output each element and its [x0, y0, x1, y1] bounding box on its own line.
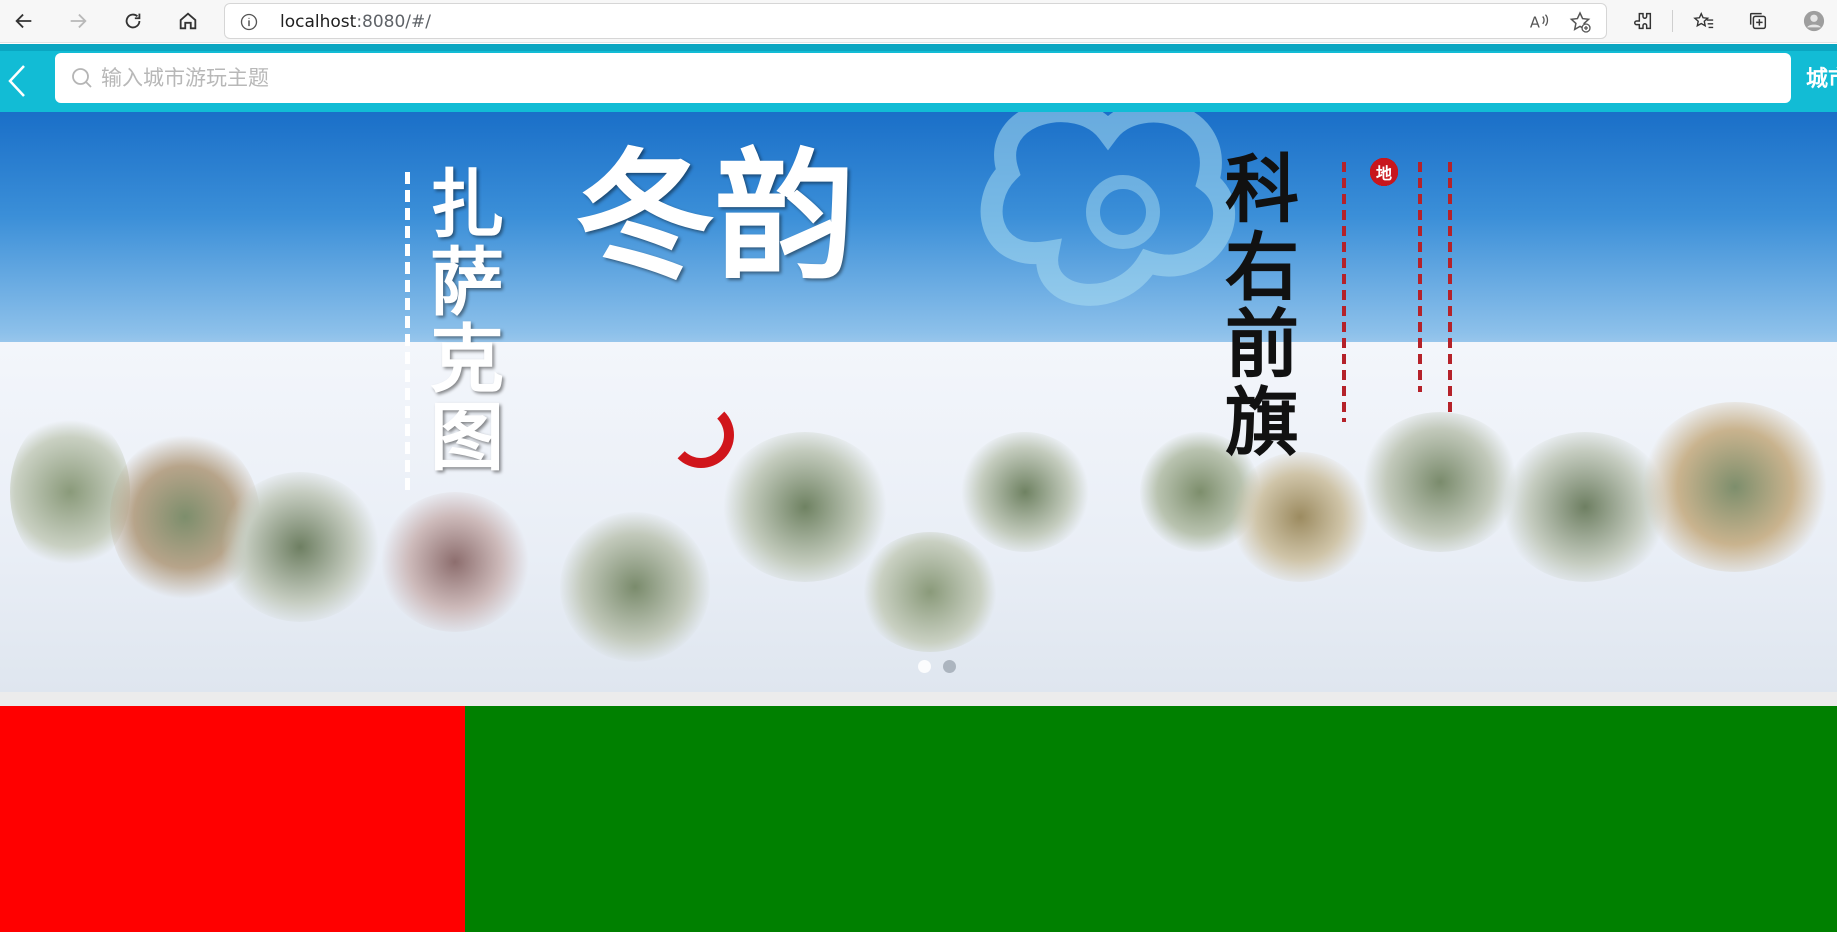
info-icon[interactable]: [239, 12, 259, 32]
reload-button[interactable]: [115, 4, 151, 38]
back-button[interactable]: [6, 4, 42, 38]
chevron-left-icon: [8, 65, 25, 97]
banner-subtitle-zasaketu: 扎萨克图: [430, 162, 504, 482]
favorites-icon: [1693, 11, 1714, 29]
profile-button[interactable]: [1796, 4, 1832, 38]
home-button[interactable]: [170, 4, 206, 38]
collections-icon: [1749, 12, 1767, 30]
forward-icon: [70, 13, 87, 29]
mongolian-script-line: [1342, 162, 1346, 422]
read-aloud-icon[interactable]: A: [1528, 11, 1550, 33]
search-box[interactable]: [55, 53, 1791, 103]
left-panel-block: [0, 706, 465, 932]
city-selector[interactable]: 城市: [1806, 61, 1837, 93]
carousel-indicators: [918, 660, 956, 673]
carousel-dot[interactable]: [943, 660, 956, 673]
banner-title-keyouqianqi: 科右前旗: [1225, 147, 1299, 467]
search-icon: [72, 68, 92, 88]
red-brush-circle: [668, 402, 734, 468]
seal-char: 地: [1370, 158, 1398, 186]
add-favorite-icon[interactable]: [1568, 10, 1592, 34]
banner-carousel[interactable]: 冬韵 扎萨克图 科右前旗 中 国 新 兴 草 原 旅 游 目 的 地: [0, 112, 1837, 692]
section-gap: [0, 692, 1837, 706]
carousel-dot[interactable]: [918, 660, 931, 673]
toolbar-divider: [1672, 10, 1673, 32]
mongolian-script-line: [1448, 162, 1452, 412]
extensions-button[interactable]: [1625, 4, 1661, 38]
mongolian-script-line: [1418, 162, 1422, 392]
back-icon: [15, 13, 32, 29]
cloud-decoration: [980, 112, 1236, 306]
browser-toolbar: localhost:8080/#/ A: [0, 0, 1837, 43]
forward-button[interactable]: [60, 4, 96, 38]
favorites-button[interactable]: [1686, 4, 1722, 38]
home-icon: [179, 12, 197, 30]
collections-button[interactable]: [1740, 4, 1776, 38]
address-bar[interactable]: localhost:8080/#/ A: [224, 3, 1607, 39]
right-panel-block: [465, 706, 1837, 932]
url-rest: :8080/#/: [356, 12, 432, 32]
reload-icon: [125, 13, 141, 29]
extensions-icon: [1634, 12, 1652, 30]
search-input[interactable]: [101, 61, 1761, 95]
url-host: localhost: [280, 12, 357, 32]
svg-text:A: A: [1530, 15, 1540, 32]
profile-icon: [1803, 10, 1825, 32]
banner-title-winter: 冬韵: [575, 135, 856, 299]
header-back-button[interactable]: [2, 61, 32, 101]
mongolian-script-line: [405, 172, 410, 492]
url-text[interactable]: localhost:8080/#/: [280, 12, 431, 32]
app-header: 城市: [0, 44, 1837, 112]
